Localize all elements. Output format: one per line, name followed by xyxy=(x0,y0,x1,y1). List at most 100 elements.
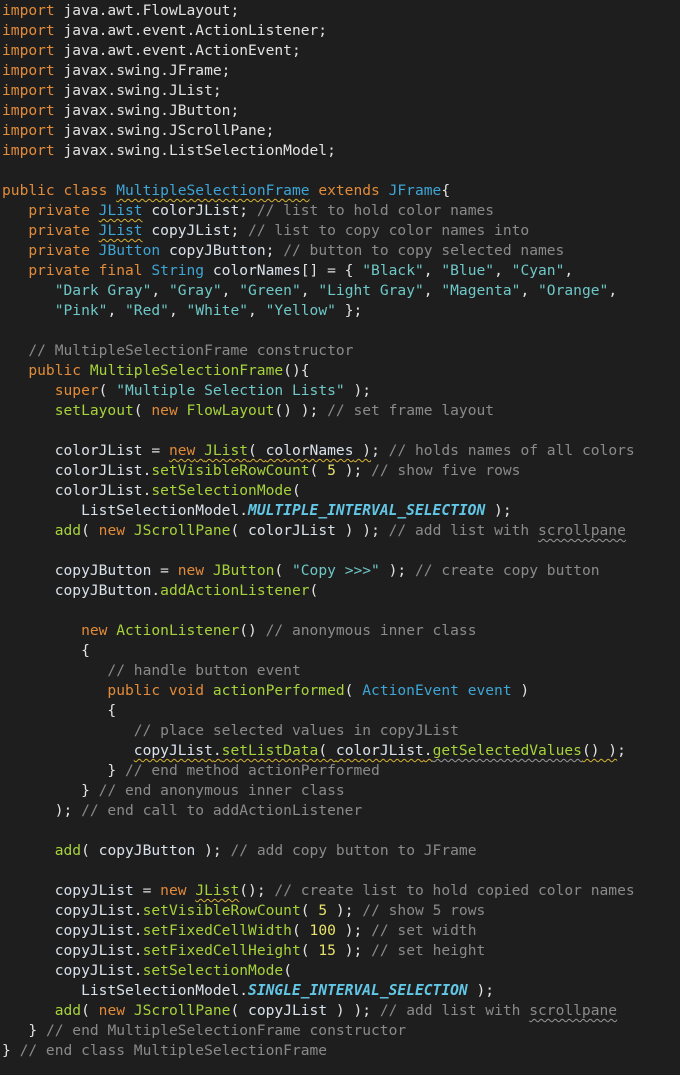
code-line[interactable] xyxy=(0,821,680,841)
code-token: JButton xyxy=(98,242,161,259)
code-line[interactable]: import javax.swing.ListSelectionModel; xyxy=(0,141,680,161)
code-token: copyJList xyxy=(142,222,231,239)
code-line[interactable]: public void actionPerformed( ActionEvent… xyxy=(0,681,680,701)
code-token: import xyxy=(2,102,55,119)
code-line[interactable]: copyJList.setFixedCellWidth( 100 ); // s… xyxy=(0,921,680,941)
code-line[interactable]: public class MultipleSelectionFrame exte… xyxy=(0,181,680,201)
code-token: import xyxy=(2,42,55,59)
code-token: ActionEvent xyxy=(362,682,459,699)
code-line[interactable]: setLayout( new FlowLayout() ); // set fr… xyxy=(0,401,680,421)
code-line[interactable] xyxy=(0,421,680,441)
code-line[interactable]: import javax.swing.JButton; xyxy=(0,101,680,121)
code-token: (); xyxy=(239,882,275,899)
code-token: ); xyxy=(327,902,363,919)
code-line[interactable]: } // end class MultipleSelectionFrame xyxy=(0,1041,680,1061)
code-token: ); xyxy=(2,802,82,819)
code-token: java.awt.event.ActionListener; xyxy=(54,22,328,39)
code-comment: // end call to addActionListener xyxy=(81,802,363,819)
code-comment: // list to hold color names xyxy=(256,202,495,219)
code-line[interactable]: add( copyJButton ); // add copy button t… xyxy=(0,841,680,861)
code-token: . xyxy=(239,982,249,999)
code-line[interactable] xyxy=(0,541,680,561)
code-line[interactable]: add( new JScrollPane( copyJList ) ); // … xyxy=(0,1001,680,1021)
code-line[interactable]: "Dark Gray", "Gray", "Green", "Light Gra… xyxy=(0,281,680,301)
code-line[interactable]: copyJList.setListData( colorJList.getSel… xyxy=(0,741,680,761)
code-string: "Light Gray" xyxy=(318,282,424,299)
code-token: 5 xyxy=(318,902,328,919)
code-token: private xyxy=(2,242,99,259)
code-line[interactable]: copyJButton.addActionListener( xyxy=(0,581,680,601)
code-token: () xyxy=(239,622,266,639)
code-comment: // holds names of all colors xyxy=(379,442,635,459)
code-token: () ); xyxy=(274,402,328,419)
code-token: add xyxy=(2,842,82,859)
code-token: { xyxy=(441,182,451,199)
code-line[interactable]: // place selected values in copyJList xyxy=(0,721,680,741)
code-line[interactable]: copyJButton = new JButton( "Copy >>>" );… xyxy=(0,561,680,581)
code-line[interactable]: { xyxy=(0,641,680,661)
code-token: public void xyxy=(2,682,213,699)
code-token: copyJButton xyxy=(160,242,266,259)
code-line[interactable]: add( new JScrollPane( colorJList ) ); //… xyxy=(0,521,680,541)
code-line[interactable]: copyJList.setSelectionMode( xyxy=(0,961,680,981)
code-token: = xyxy=(151,562,178,579)
code-line[interactable]: copyJList.setVisibleRowCount( 5 ); // sh… xyxy=(0,901,680,921)
code-token: . xyxy=(423,742,433,759)
code-line[interactable]: // handle button event xyxy=(0,661,680,681)
code-token: private xyxy=(2,222,99,239)
code-string: "Pink" xyxy=(54,302,108,319)
code-line[interactable]: import javax.swing.JList; xyxy=(0,81,680,101)
code-line[interactable]: colorJList.setVisibleRowCount( 5 ); // s… xyxy=(0,461,680,481)
code-line[interactable]: copyJList = new JList(); // create list … xyxy=(0,881,680,901)
code-line[interactable]: // MultipleSelectionFrame constructor xyxy=(0,341,680,361)
code-token: JScrollPane xyxy=(133,522,231,539)
code-line[interactable]: import java.awt.FlowLayout; xyxy=(0,1,680,21)
code-line[interactable]: } // end method actionPerformed xyxy=(0,761,680,781)
code-line[interactable]: super( "Multiple Selection Lists" ); xyxy=(0,381,680,401)
code-line[interactable]: } // end anonymous inner class xyxy=(0,781,680,801)
code-token: new xyxy=(98,1002,134,1019)
code-line[interactable] xyxy=(0,861,680,881)
code-string: "Multiple Selection Lists" xyxy=(116,382,345,399)
code-line[interactable]: import javax.swing.JScrollPane; xyxy=(0,121,680,141)
code-line[interactable]: private JList colorJList; // list to hol… xyxy=(0,201,680,221)
code-token: ; xyxy=(239,202,257,219)
code-line[interactable] xyxy=(0,321,680,341)
code-token: copyJList xyxy=(2,902,134,919)
code-token: public xyxy=(2,362,90,379)
code-line[interactable]: } // end MultipleSelectionFrame construc… xyxy=(0,1021,680,1041)
code-token: ( xyxy=(133,402,152,419)
code-line[interactable]: "Pink", "Red", "White", "Yellow" }; xyxy=(0,301,680,321)
code-token: JList xyxy=(98,202,143,219)
code-line[interactable]: import java.awt.event.ActionEvent; xyxy=(0,41,680,61)
code-line[interactable]: ); // end call to addActionListener xyxy=(0,801,680,821)
code-line[interactable]: private final String colorNames[] = { "B… xyxy=(0,261,680,281)
code-token: new xyxy=(177,562,213,579)
code-line[interactable]: import javax.swing.JFrame; xyxy=(0,61,680,81)
code-line[interactable]: public MultipleSelectionFrame(){ xyxy=(0,361,680,381)
code-editor[interactable]: import java.awt.FlowLayout; import java.a… xyxy=(0,0,680,1075)
code-token: colorJList xyxy=(335,742,424,759)
code-line[interactable]: new ActionListener() // anonymous inner … xyxy=(0,621,680,641)
code-comment: // add copy button to JFrame xyxy=(230,842,477,859)
code-line[interactable]: ListSelectionModel.MULTIPLE_INTERVAL_SEL… xyxy=(0,501,680,521)
code-line[interactable] xyxy=(0,601,680,621)
code-token: JFrame xyxy=(388,182,442,199)
code-token: . xyxy=(133,902,143,919)
code-token: ( xyxy=(98,382,117,399)
code-line[interactable]: { xyxy=(0,701,680,721)
code-line[interactable]: private JButton copyJButton; // button t… xyxy=(0,241,680,261)
code-line[interactable] xyxy=(0,161,680,181)
code-line[interactable]: colorJList.setSelectionMode( xyxy=(0,481,680,501)
code-line[interactable]: colorJList = new JList( colorNames ); //… xyxy=(0,441,680,461)
code-token: colorJList xyxy=(2,482,143,499)
code-token: private final xyxy=(2,262,152,279)
code-token: addActionListener xyxy=(160,582,310,599)
code-line[interactable]: import java.awt.event.ActionListener; xyxy=(0,21,680,41)
code-line[interactable]: private JList copyJList; // list to copy… xyxy=(0,221,680,241)
code-line[interactable]: ListSelectionModel.SINGLE_INTERVAL_SELEC… xyxy=(0,981,680,1001)
code-token: setSelectionMode xyxy=(151,482,292,499)
code-line[interactable]: copyJList.setFixedCellHeight( 15 ); // s… xyxy=(0,941,680,961)
code-token: ); xyxy=(335,462,372,479)
